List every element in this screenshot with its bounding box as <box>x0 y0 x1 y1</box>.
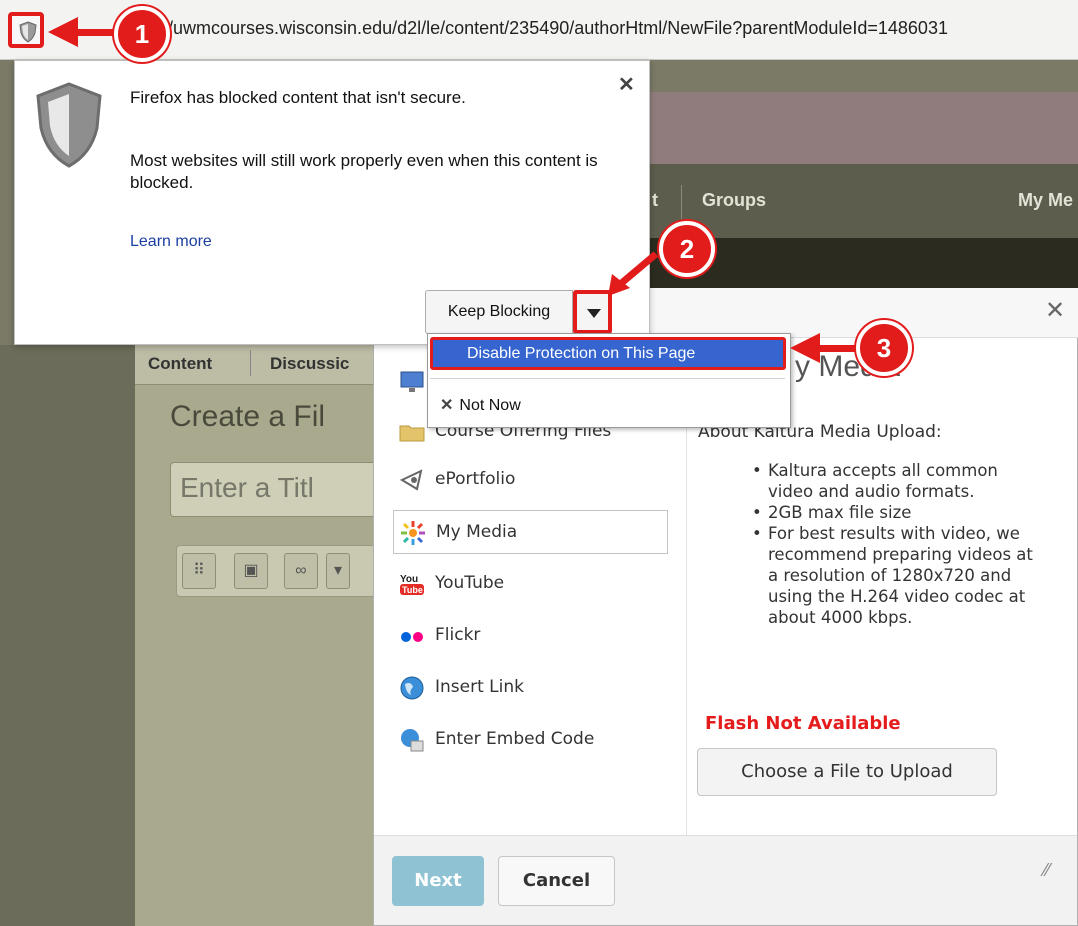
arrowhead-icon <box>48 17 78 47</box>
source-label: ePortfolio <box>435 469 516 489</box>
resize-grip-icon[interactable]: ⁄⁄ <box>1044 860 1050 881</box>
callout-3: 3 <box>856 320 912 376</box>
popup-sub-text: Most websites will still work properly e… <box>130 151 598 192</box>
menu-item-label: Not Now <box>459 397 521 414</box>
nav-item-my-media[interactable]: My Me <box>1018 190 1073 211</box>
cancel-button[interactable]: Cancel <box>498 856 615 906</box>
learn-more-link[interactable]: Learn more <box>130 233 212 251</box>
keep-blocking-button[interactable]: Keep Blocking <box>425 290 573 334</box>
insert-link-icon[interactable]: ∞ <box>284 553 318 589</box>
youtube-icon: You Tube <box>399 571 425 597</box>
flickr-icon <box>399 623 425 649</box>
url-text[interactable]: /uwmcourses.wisconsin.edu/d2l/le/content… <box>168 18 948 39</box>
column-divider <box>686 395 687 835</box>
about-item: Kaltura accepts all common video and aud… <box>748 460 1048 502</box>
next-button[interactable]: Next <box>392 856 484 906</box>
source-label: Enter Embed Code <box>435 729 595 749</box>
source-item-insert-link[interactable]: Insert Link <box>393 666 668 710</box>
svg-text:Tube: Tube <box>402 585 423 595</box>
insert-image-icon[interactable]: ▣ <box>234 553 268 589</box>
callout-1: 1 <box>114 6 170 62</box>
tab-content[interactable]: Content <box>148 354 212 374</box>
folder-icon <box>399 419 425 445</box>
popup-main-text: Firefox has blocked content that isn't s… <box>130 88 466 107</box>
nav-item-groups[interactable]: Groups <box>702 190 766 211</box>
left-backdrop <box>0 345 135 926</box>
source-label: My Media <box>436 522 518 542</box>
source-item-eportfolio[interactable]: ePortfolio <box>393 458 668 502</box>
svg-text:You: You <box>400 574 418 585</box>
source-item-my-media[interactable]: My Media <box>393 510 668 554</box>
menu-divider <box>430 378 785 379</box>
source-item-youtube[interactable]: You Tube YouTube <box>393 562 668 606</box>
page-title: Create a Fil <box>170 400 326 433</box>
arrowhead-icon <box>790 333 820 363</box>
globe-icon <box>399 675 425 701</box>
kaltura-icon <box>400 520 426 546</box>
about-list: Kaltura accepts all common video and aud… <box>748 460 1048 628</box>
nav-separator <box>681 185 682 219</box>
close-icon[interactable]: ✕ <box>618 72 635 97</box>
flash-status: Flash Not Available <box>705 713 901 734</box>
tab-discussions[interactable]: Discussic <box>270 354 349 374</box>
callout-2: 2 <box>659 221 715 277</box>
monitor-icon <box>399 369 425 395</box>
source-item-flickr[interactable]: Flickr <box>393 614 668 658</box>
callout-arrow <box>608 251 659 296</box>
shield-icon[interactable] <box>8 12 44 48</box>
chevron-down-icon <box>587 309 601 318</box>
insert-stuff-icon[interactable]: ⠿ <box>182 553 216 589</box>
embed-icon <box>399 727 425 753</box>
shield-icon <box>34 80 104 175</box>
lms-banner <box>650 92 1078 164</box>
source-item-embed-code[interactable]: Enter Embed Code <box>393 718 668 762</box>
chevron-down-icon[interactable]: ▾ <box>326 553 350 589</box>
close-icon[interactable]: ✕ <box>1040 296 1070 326</box>
tab-separator <box>250 350 251 376</box>
eportfolio-icon <box>399 467 425 493</box>
about-item: For best results with video, we recommen… <box>748 523 1048 628</box>
source-label: YouTube <box>435 573 505 593</box>
close-icon: ✕ <box>440 397 454 414</box>
menu-item-disable-protection[interactable]: Disable Protection on This Page <box>430 337 786 370</box>
menu-item-not-now[interactable]: ✕ Not Now <box>440 395 521 415</box>
source-label: Flickr <box>435 625 481 645</box>
choose-file-button[interactable]: Choose a File to Upload <box>697 748 997 796</box>
about-item: 2GB max file size <box>748 502 1048 523</box>
nav-item-partial[interactable]: t <box>652 190 658 211</box>
source-label: Insert Link <box>435 677 524 697</box>
title-input-placeholder: Enter a Titl <box>180 472 314 503</box>
